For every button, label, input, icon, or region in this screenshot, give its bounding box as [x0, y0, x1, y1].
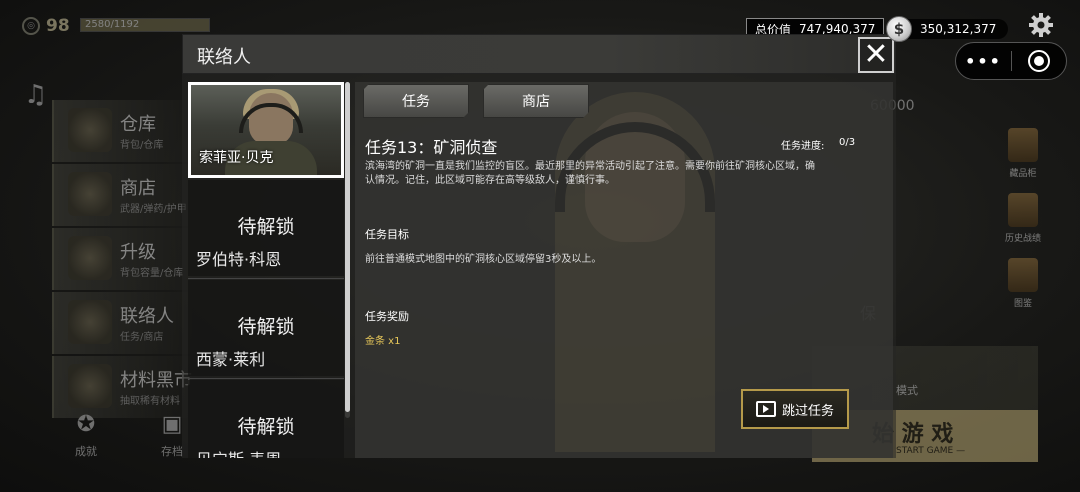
task-panel: 任务 商店 任务13：矿洞侦查 任务进度: 0/3 滨海湾的矿洞一直是我们监控的…: [355, 82, 893, 458]
main-menu: 仓库 背包/仓库 商店 武器/弹药/护甲 升级 背包容量/仓库 联络人 任务/商…: [52, 100, 192, 420]
rs-label: 历史战绩: [1004, 234, 1041, 244]
contact-card-simon[interactable]: 待解锁 西蒙·莱利: [188, 280, 344, 376]
menu-sub: 背包容量/仓库: [120, 268, 184, 279]
contact-name: 西蒙·莱利: [196, 350, 266, 369]
mode-label: 模式: [896, 384, 918, 397]
contact-name: 罗伯特·科恩: [196, 250, 282, 269]
shop-icon: [68, 172, 112, 216]
xp-text: 2580/1192: [85, 19, 140, 30]
contact-name: 索菲亚·贝克: [199, 150, 274, 166]
contact-name: 贝宁斯·表周: [196, 446, 281, 458]
modal-header: 联络人: [182, 34, 896, 74]
tab-task[interactable]: 任务: [363, 84, 469, 118]
right-side-menu: 藏品柜 历史战绩 图鉴: [988, 128, 1058, 323]
player-level: ◎ 98: [22, 16, 70, 36]
menu-item-black-market[interactable]: 材料黑市 抽取稀有材料: [52, 356, 192, 418]
reward-heading: 任务奖励: [365, 310, 409, 323]
upgrade-icon: [68, 236, 112, 280]
menu-title: 仓库: [120, 114, 156, 135]
task-description: 滨海湾的矿洞一直是我们监控的盲区。最近那里的异常活动引起了注意。需要你前往矿洞核…: [365, 161, 815, 186]
menu-sub: 抽取稀有材料: [120, 396, 180, 407]
mini-program-capsule: •••: [955, 42, 1067, 80]
task-progress-label: 任务进度:: [781, 141, 825, 152]
history-record-item[interactable]: 历史战绩: [988, 193, 1058, 244]
contact-card-locked-4[interactable]: 待解锁 贝宁斯·表周: [188, 380, 344, 458]
settings-gear-icon[interactable]: [1028, 12, 1054, 38]
contact-scrollbar[interactable]: [345, 82, 350, 418]
level-number: 98: [46, 16, 70, 36]
locked-label: 待解锁: [237, 316, 295, 338]
close-button[interactable]: ✕: [858, 37, 894, 73]
coin-balance: $ 350,312,377: [886, 16, 1009, 42]
music-icon[interactable]: ♫: [24, 80, 47, 110]
achievement-icon: ✪: [76, 412, 96, 437]
video-play-icon: [755, 401, 776, 417]
xp-bar: 2580/1192: [80, 18, 210, 32]
collection-cabinet-item[interactable]: 藏品柜: [988, 128, 1058, 179]
scroll-icon: [1008, 193, 1038, 227]
task-title: 任务13：矿洞侦查: [365, 138, 498, 157]
tab-shop[interactable]: 商店: [483, 84, 589, 118]
locked-label: 待解锁: [237, 216, 295, 238]
start-game-sub: START GAME —: [896, 446, 966, 456]
skip-task-label: 跳过任务: [781, 403, 834, 419]
menu-title: 联络人: [120, 306, 174, 327]
cabinet-icon: [1008, 128, 1038, 162]
skip-task-button[interactable]: 跳过任务: [741, 389, 849, 429]
menu-item-warehouse[interactable]: 仓库 背包/仓库: [52, 100, 192, 162]
contact-card-robert[interactable]: 待解锁 罗伯特·科恩: [188, 180, 344, 276]
nav-label: 成就: [75, 445, 97, 458]
warehouse-icon: [68, 108, 112, 152]
codex-item[interactable]: 图鉴: [988, 258, 1058, 309]
close-target-button[interactable]: [1012, 50, 1066, 72]
contact-background-portrait: [515, 82, 755, 458]
contact-portrait: 索菲亚·贝克: [191, 85, 341, 175]
menu-sub: 任务/商店: [120, 332, 164, 343]
contact-card-sophia[interactable]: 索菲亚·贝克: [188, 82, 344, 178]
menu-item-shop[interactable]: 商店 武器/弹药/护甲: [52, 164, 192, 226]
locked-label: 待解锁: [237, 416, 295, 438]
book-icon: [1008, 258, 1038, 292]
menu-title: 升级: [120, 242, 156, 263]
menu-sub: 背包/仓库: [120, 140, 164, 151]
coin-amount: 350,312,377: [904, 19, 1009, 39]
menu-sub: 武器/弹药/护甲: [120, 204, 187, 215]
nav-achievements[interactable]: ✪ 成就: [60, 412, 112, 459]
black-market-icon: [68, 364, 112, 408]
menu-item-contacts[interactable]: 联络人 任务/商店: [52, 292, 192, 354]
target-icon: [1027, 50, 1050, 72]
objective-text: 前往普通模式地图中的矿洞核心区域停留3秒及以上。: [365, 254, 602, 265]
modal-title: 联络人: [197, 47, 251, 68]
contacts-icon: [68, 300, 112, 344]
objective-heading: 任务目标: [365, 228, 409, 241]
scroll-thumb[interactable]: [345, 82, 350, 412]
rs-label: 图鉴: [1013, 299, 1032, 309]
dollar-coin-icon: $: [886, 16, 912, 42]
reward-text: 金条 x1: [365, 336, 401, 347]
nav-label: 存档: [161, 445, 183, 458]
menu-title: 商店: [120, 178, 156, 199]
rs-label: 藏品柜: [1009, 169, 1037, 179]
bottom-nav: ✪ 成就 ▣ 存档: [60, 412, 198, 459]
contact-list: 索菲亚·贝克 待解锁 罗伯特·科恩 待解锁 西蒙·莱利 待解锁 贝宁斯·表周: [188, 82, 344, 458]
task-progress-value: 0/3: [839, 137, 856, 148]
more-dots-icon[interactable]: •••: [956, 52, 1011, 71]
rank-badge-icon: ◎: [22, 17, 40, 35]
menu-item-upgrade[interactable]: 升级 背包容量/仓库: [52, 228, 192, 290]
